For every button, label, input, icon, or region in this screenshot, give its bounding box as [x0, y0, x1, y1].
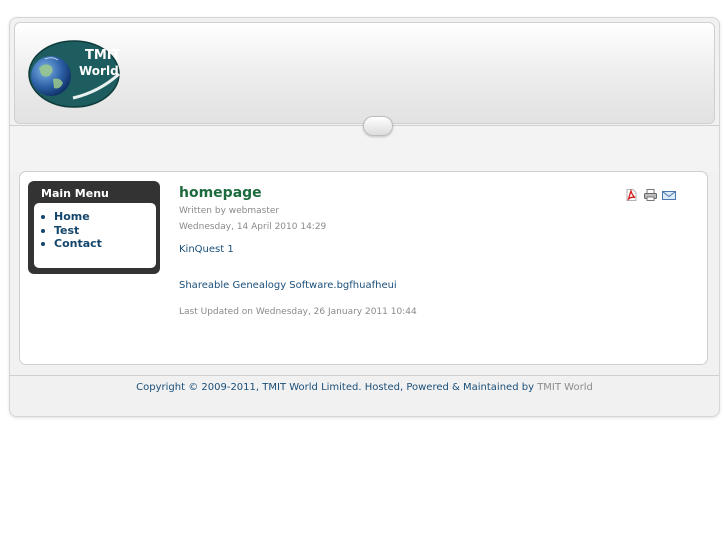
article-tools	[626, 186, 676, 201]
main-menu-title: Main Menu	[41, 187, 109, 200]
print-icon[interactable]	[644, 186, 657, 205]
menu-item-contact[interactable]: Contact	[41, 237, 156, 251]
article-paragraph: Shareable Genealogy Software.bgfhuafheui	[179, 280, 397, 291]
article-paragraph: KinQuest 1	[179, 244, 234, 255]
menu-item-home[interactable]: Home	[41, 210, 156, 224]
footer-copyright: Copyright © 2009-2011, TMIT World Limite…	[136, 382, 534, 393]
pdf-icon[interactable]	[626, 186, 637, 205]
email-icon[interactable]	[662, 186, 676, 205]
article-author: Written by webmaster	[179, 206, 280, 216]
main-menu-list: Home Test Contact	[34, 203, 156, 268]
logo-text-line2: World	[79, 64, 119, 78]
article-date: Wednesday, 14 April 2010 14:29	[179, 222, 327, 232]
content-panel: Main Menu Home Test Contact homepage Wri…	[19, 171, 708, 365]
article: homepage Written by webmaster Wednesday,…	[179, 184, 699, 318]
collapse-toggle[interactable]	[363, 116, 393, 136]
site-logo[interactable]: TMIT World	[27, 38, 121, 110]
article-title[interactable]: homepage	[179, 184, 699, 202]
menu-item-test[interactable]: Test	[41, 224, 156, 238]
article-last-updated: Last Updated on Wednesday, 26 January 20…	[179, 307, 417, 317]
footer-divider	[10, 375, 719, 376]
site-header: TMIT World	[14, 22, 715, 124]
footer-brand-link[interactable]: TMIT World	[537, 382, 593, 393]
site-footer: Copyright © 2009-2011, TMIT World Limite…	[10, 382, 719, 393]
globe-icon	[31, 56, 71, 96]
page-frame: TMIT World Main Menu Home Test Contact h…	[9, 17, 720, 417]
logo-text-line1: TMIT	[85, 48, 121, 63]
main-menu: Main Menu Home Test Contact	[28, 181, 160, 274]
